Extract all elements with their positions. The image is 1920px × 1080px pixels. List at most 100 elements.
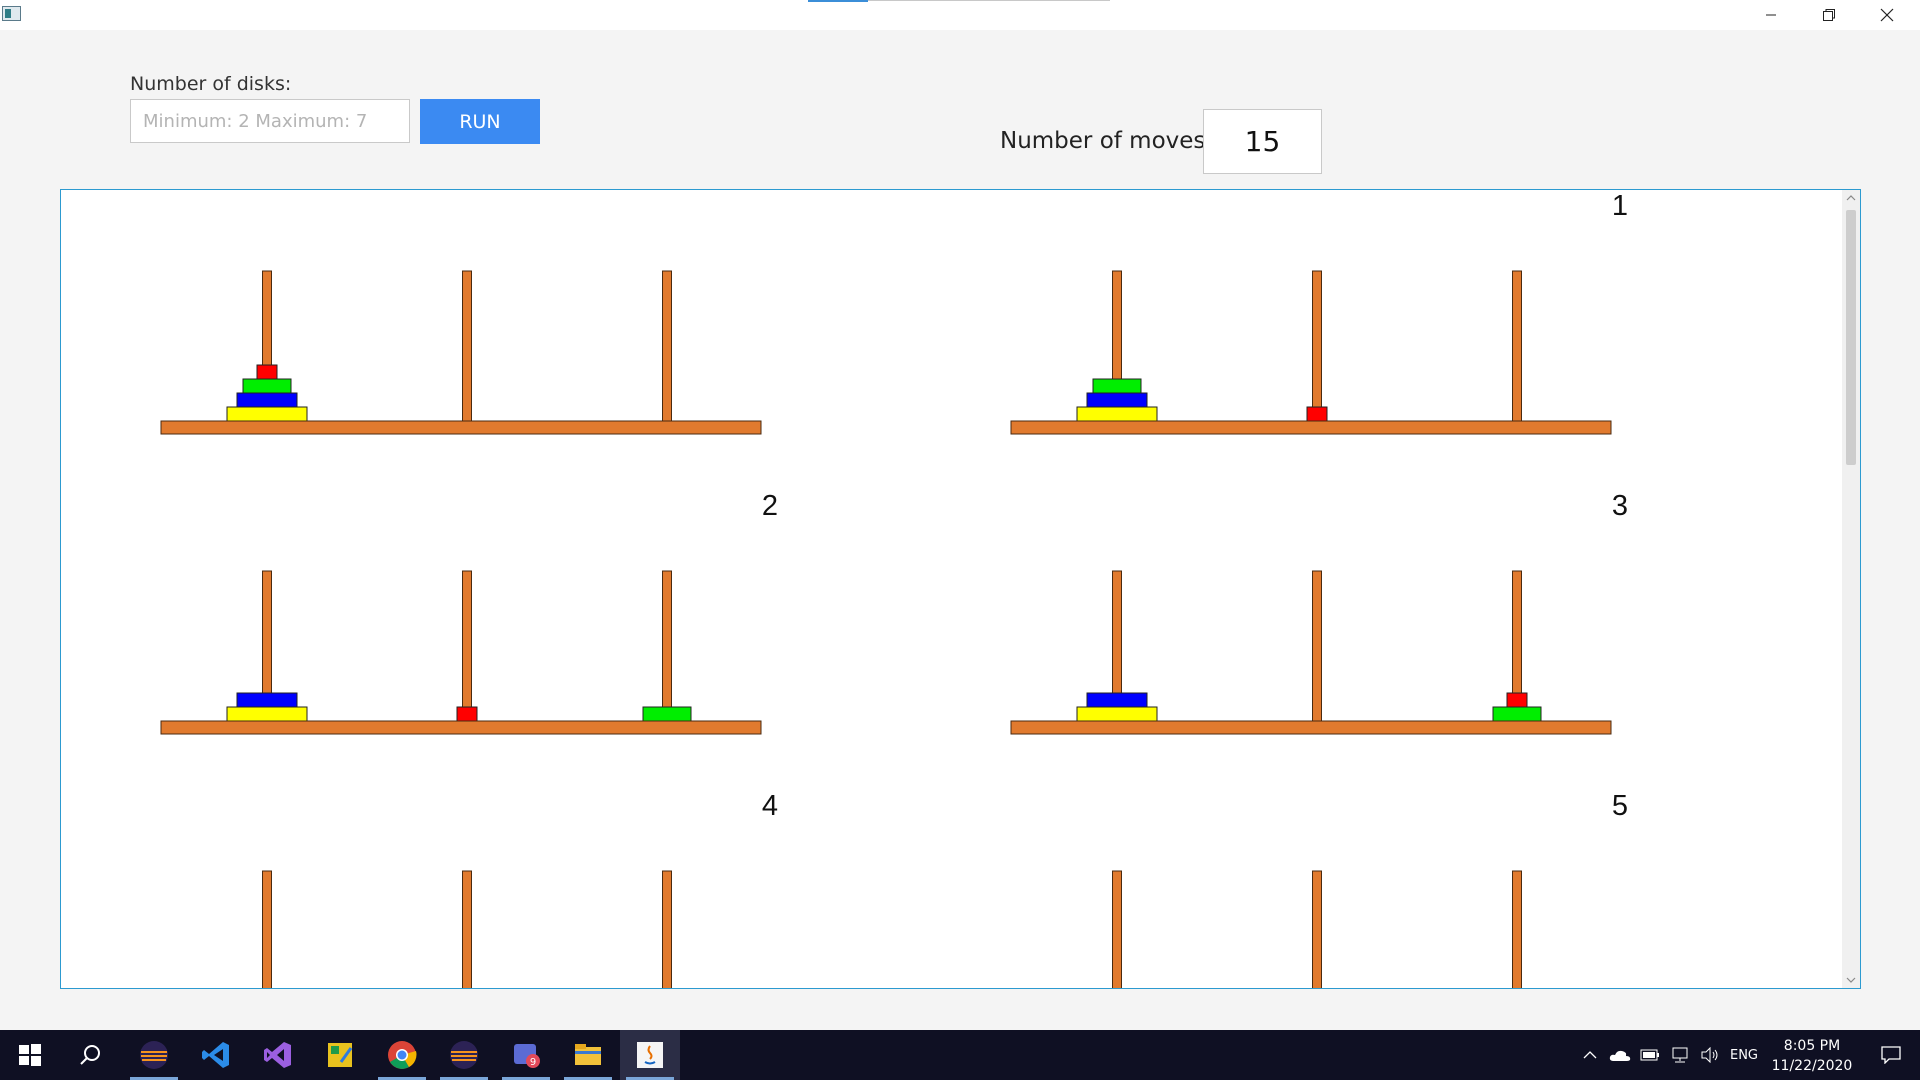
chrome-icon — [388, 1041, 417, 1069]
disk-blue — [1086, 392, 1148, 408]
step-number: 3 — [1612, 490, 1628, 522]
base — [1010, 420, 1612, 435]
minimize-icon — [1766, 14, 1776, 16]
puzzle-canvas: 1 2 3 4 5 — [160, 190, 1628, 988]
eclipse-icon — [450, 1041, 478, 1069]
title-indicator — [808, 0, 868, 2]
moves-count-field: 15 — [1203, 109, 1322, 174]
clock-date: 11/22/2020 — [1771, 1058, 1853, 1074]
taskbar-app[interactable] — [310, 1030, 370, 1080]
peg — [662, 870, 672, 988]
battery-tray[interactable] — [1636, 1030, 1664, 1080]
disk-green — [242, 378, 292, 394]
file-explorer-icon — [575, 1044, 601, 1065]
onedrive-tray[interactable] — [1606, 1030, 1634, 1080]
disks-label: Number of disks: — [130, 73, 292, 95]
step-number: 2 — [762, 490, 778, 522]
disk-yellow — [226, 406, 308, 422]
states-scroll-pane[interactable]: 1 2 3 4 5 — [60, 189, 1861, 989]
step-number: 4 — [762, 790, 778, 822]
base — [1010, 720, 1612, 735]
disk-yellow — [226, 706, 308, 722]
peg — [462, 270, 472, 422]
search-button[interactable] — [60, 1030, 120, 1080]
disks-input[interactable] — [130, 99, 410, 143]
peg — [662, 270, 672, 422]
moves-label: Number of moves: — [1000, 128, 1214, 154]
windows-start-icon — [19, 1044, 41, 1066]
vertical-scrollbar[interactable] — [1842, 190, 1860, 988]
disk-blue — [236, 692, 298, 708]
minimize-button[interactable] — [1742, 0, 1800, 30]
notification-icon — [1881, 1046, 1901, 1064]
eclipse-icon — [140, 1041, 168, 1069]
taskbar-file-explorer[interactable] — [558, 1030, 618, 1080]
show-hidden-icons-button[interactable] — [1578, 1030, 1602, 1080]
title-indicator-track — [868, 0, 1110, 1]
disk-yellow — [1076, 406, 1158, 422]
visual-studio-icon — [264, 1042, 291, 1068]
app-window-icon — [2, 6, 21, 21]
peg — [1312, 570, 1322, 722]
clock[interactable]: 8:05 PM 11/22/2020 — [1762, 1036, 1862, 1076]
taskbar-vscode[interactable] — [186, 1030, 246, 1080]
disk-blue — [236, 392, 298, 408]
action-center-button[interactable] — [1866, 1030, 1916, 1080]
scroll-down-button[interactable] — [1842, 972, 1860, 988]
step-number: 1 — [1612, 190, 1628, 222]
java-icon — [637, 1042, 663, 1068]
disk-red — [1306, 406, 1328, 422]
peg — [462, 570, 472, 722]
peg — [1312, 870, 1322, 988]
battery-icon — [1640, 1049, 1659, 1061]
restore-icon — [1823, 9, 1835, 21]
peg — [262, 870, 272, 988]
disk-green — [642, 706, 692, 722]
taskbar-teams[interactable]: 9 — [496, 1030, 556, 1080]
language-indicator[interactable]: ENG — [1726, 1030, 1762, 1080]
base — [160, 720, 762, 735]
window-title-bar — [0, 0, 1920, 30]
speaker-icon — [1701, 1047, 1718, 1063]
disk-red — [1506, 692, 1528, 708]
disk-blue — [1086, 692, 1148, 708]
taskbar-java[interactable] — [620, 1030, 680, 1080]
disk-red — [456, 706, 478, 722]
vscode-icon — [202, 1042, 229, 1068]
taskbar: 9 ENG 8:05 PM 11/22/2020 — [0, 1030, 1920, 1080]
peg — [1312, 270, 1322, 422]
peg — [462, 870, 472, 988]
disk-red — [256, 364, 278, 380]
taskbar-eclipse-2[interactable] — [434, 1030, 494, 1080]
run-button[interactable]: RUN — [420, 99, 540, 144]
peg — [662, 570, 672, 722]
disk-yellow — [1076, 706, 1158, 722]
close-button[interactable] — [1858, 0, 1916, 30]
chevron-up-icon — [1846, 195, 1856, 201]
peg — [1112, 870, 1122, 988]
search-icon — [80, 1045, 100, 1065]
taskbar-visual-studio[interactable] — [248, 1030, 308, 1080]
teams-icon: 9 — [514, 1044, 540, 1068]
peg — [1512, 870, 1522, 988]
scroll-up-button[interactable] — [1842, 190, 1860, 206]
svg-text:9: 9 — [530, 1057, 536, 1068]
network-icon — [1672, 1047, 1688, 1063]
clock-time: 8:05 PM — [1783, 1038, 1841, 1054]
volume-tray[interactable] — [1696, 1030, 1724, 1080]
app-icon — [328, 1043, 353, 1067]
scroll-thumb[interactable] — [1846, 210, 1856, 465]
base — [160, 420, 762, 435]
network-tray[interactable] — [1666, 1030, 1694, 1080]
restore-button[interactable] — [1800, 0, 1858, 30]
peg — [1512, 270, 1522, 422]
disk-green — [1092, 378, 1142, 394]
taskbar-chrome[interactable] — [372, 1030, 432, 1080]
cloud-icon — [1609, 1050, 1631, 1061]
step-number: 5 — [1612, 790, 1628, 822]
chevron-up-icon — [1583, 1051, 1597, 1059]
start-button[interactable] — [0, 1030, 60, 1080]
taskbar-eclipse-1[interactable] — [124, 1030, 184, 1080]
chevron-down-icon — [1846, 977, 1856, 983]
disk-green — [1492, 706, 1542, 722]
